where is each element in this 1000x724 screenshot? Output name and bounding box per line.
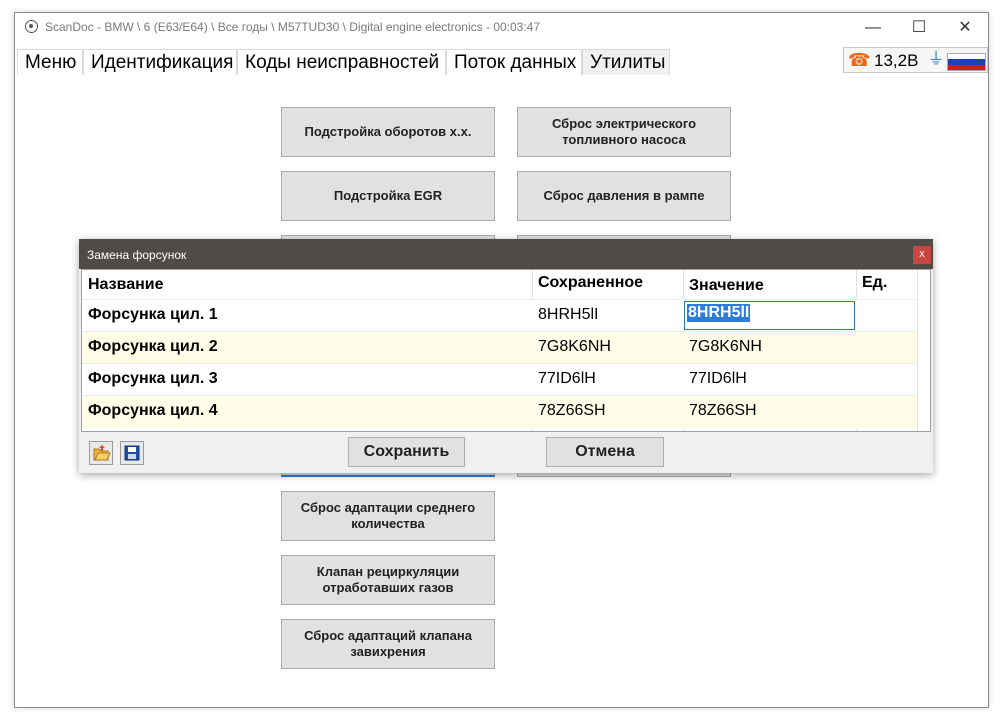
tab-fault-codes[interactable]: Коды неисправностей: [237, 49, 446, 75]
table-row[interactable]: Форсунка цил. 2 7G8K6NH 7G8K6NH: [82, 331, 917, 364]
reset-rail-pressure-button[interactable]: Сброс давления в рампе: [517, 171, 731, 221]
tab-menu[interactable]: Меню: [17, 49, 83, 75]
floppy-disk-icon: [124, 445, 140, 461]
table-row[interactable]: Форсунка цил. 3 77ID6lH 77ID6lH: [82, 363, 917, 396]
dialog-close-button[interactable]: x: [913, 246, 931, 264]
injector-name: Форсунка цил. 3: [88, 370, 218, 387]
injector-value-input[interactable]: 78Z66SH: [683, 402, 856, 420]
egr-valve-button[interactable]: Клапан рециркуляции отработавших газов: [281, 555, 495, 605]
reset-electric-fuel-pump-button[interactable]: Сброс электрического топливного насоса: [517, 107, 731, 157]
injector-name: Форсунка цил. 4: [88, 402, 218, 419]
table-row[interactable]: Форсунка цил. 4 78Z66SH 78Z66SH: [82, 395, 917, 428]
injector-saved-code: 8HRH5lI: [538, 306, 599, 323]
minimize-button[interactable]: —: [850, 13, 896, 43]
column-header-unit: Ед.: [862, 274, 888, 291]
injector-name: Форсунка цил. 2: [88, 338, 218, 355]
injector-table: Название Сохраненное Значение Ед. Форсун…: [81, 269, 931, 432]
injector-saved-code: 7G8K6NH: [538, 338, 611, 355]
save-file-button[interactable]: [120, 441, 144, 465]
close-window-button[interactable]: ✕: [942, 13, 988, 43]
injector-name: Форсунка цил. 1: [88, 306, 218, 323]
dialog-title-bar: Замена форсунок x: [79, 239, 933, 269]
idle-speed-adjust-button[interactable]: Подстройка оборотов х.х.: [281, 107, 495, 157]
injector-value-input[interactable]: 7G8K6NH: [683, 338, 856, 356]
title-bar: ScanDoc - BMW \ 6 (E63/E64) \ Все годы \…: [15, 13, 988, 43]
injector-replacement-dialog: Замена форсунок x Название Сохраненное З…: [79, 239, 933, 473]
column-header-value: Значение: [689, 277, 764, 294]
injector-value-input[interactable]: 77ID6lH: [683, 370, 856, 388]
scandoc-app-icon: [25, 20, 38, 33]
maximize-button[interactable]: ☐: [896, 13, 942, 43]
injector-value-text: 8HRH5lI: [687, 304, 751, 322]
connection-status: ☎ 13,2В ⏚: [843, 47, 988, 73]
language-flag-icon[interactable]: [947, 53, 986, 71]
reset-swirl-valve-adaptation-button[interactable]: Сброс адаптаций клапана завихрения: [281, 619, 495, 669]
table-row[interactable]: Форсунка цил. 1 8HRH5lI 8HRH5lI: [82, 299, 917, 332]
tab-utilities[interactable]: Утилиты: [582, 49, 670, 75]
open-folder-button[interactable]: [89, 441, 113, 465]
egr-adjust-button[interactable]: Подстройка EGR: [281, 171, 495, 221]
phone-icon: ☎: [848, 50, 871, 70]
tab-identification[interactable]: Идентификация: [83, 49, 237, 75]
injector-value-input[interactable]: 8HRH5lI: [684, 301, 855, 330]
cancel-button[interactable]: Отмена: [546, 437, 664, 467]
column-header-name: Название: [88, 276, 164, 293]
battery-voltage: 13,2В: [874, 51, 919, 70]
dialog-title: Замена форсунок: [87, 248, 187, 262]
power-plug-icon: ⏚: [928, 51, 945, 68]
injector-saved-code: 78Z66SH: [538, 402, 606, 419]
reset-mean-quantity-adaptation-button[interactable]: Сброс адаптации среднего количества: [281, 491, 495, 541]
window-title: ScanDoc - BMW \ 6 (E63/E64) \ Все годы \…: [45, 20, 541, 34]
injector-saved-code: 77ID6lH: [538, 370, 596, 387]
open-folder-icon: [93, 445, 111, 461]
tab-data-stream[interactable]: Поток данных: [446, 49, 582, 75]
dialog-footer: Сохранить Отмена: [79, 432, 933, 473]
save-button[interactable]: Сохранить: [348, 437, 465, 467]
column-header-saved: Сохраненное: [538, 274, 644, 291]
